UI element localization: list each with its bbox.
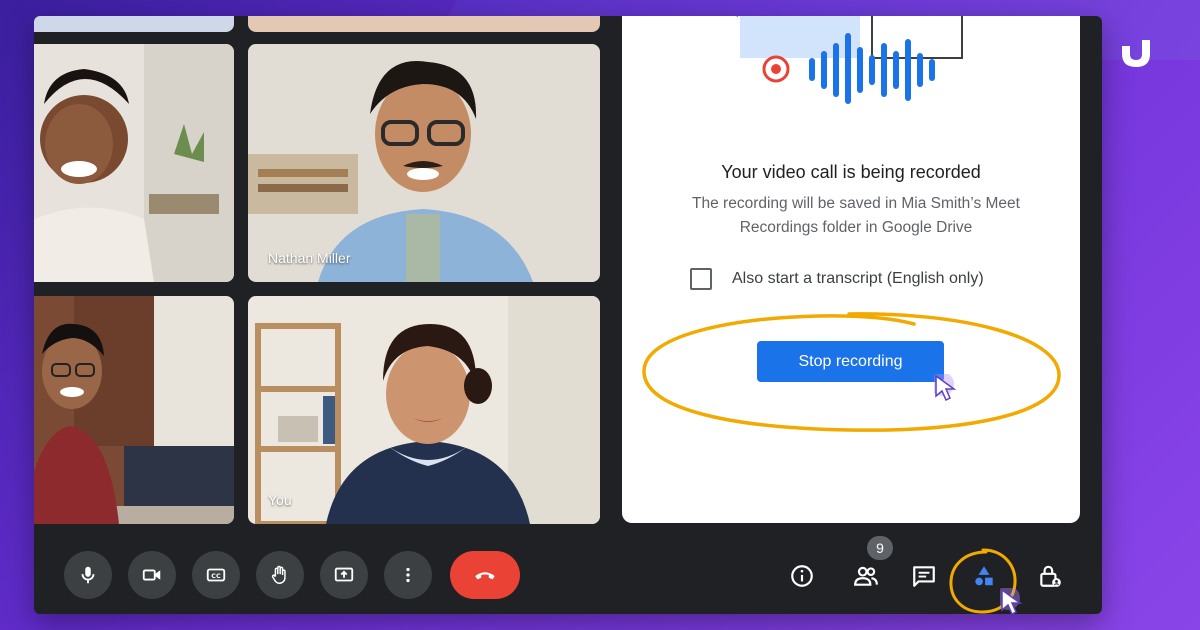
captions-icon: CC [206,568,226,582]
participant-tile-partial [34,16,234,32]
brand-logo-icon [1122,40,1150,67]
recording-description: The recording will be saved in Mia Smith… [692,195,1020,236]
info-icon [791,565,813,587]
transcript-checkbox[interactable] [690,268,712,290]
participant-video [34,44,234,282]
cursor-icon [1000,588,1023,614]
host-controls-button[interactable] [1030,556,1070,596]
participant-video [34,296,234,524]
recording-panel: Your video call is being recorded The re… [622,16,1080,523]
microphone-icon [81,566,95,584]
participant-video [248,44,600,282]
camera-button[interactable] [128,551,176,599]
chat-icon [913,566,935,587]
activities-button[interactable] [964,556,1004,596]
microphone-button[interactable] [64,551,112,599]
cursor-icon [934,374,957,402]
host-controls-icon [1040,565,1061,587]
end-call-button[interactable] [450,551,520,599]
raise-hand-icon [271,565,286,584]
participant-tile: Nathan Miller [248,44,600,282]
participant-name: Nathan Miller [268,250,351,266]
recording-title: Your video call is being recorded [721,162,981,182]
people-button[interactable] [846,556,886,596]
end-call-icon [475,572,495,580]
transcript-option[interactable]: Also start a transcript (English only) [690,268,984,290]
stop-recording-button[interactable]: Stop recording [757,341,944,382]
raise-hand-button[interactable] [256,551,304,599]
meet-window: Nathan Miller You Your video call is bei… [34,16,1102,614]
captions-button[interactable]: CC [192,551,240,599]
meeting-info-button[interactable] [782,556,822,596]
transcript-label: Also start a transcript (English only) [732,270,984,287]
people-icon [854,566,878,586]
svg-text:CC: CC [211,572,221,580]
more-options-button[interactable] [384,551,432,599]
present-screen-icon [334,567,354,582]
participant-tile: You [248,296,600,524]
camera-icon [142,569,161,581]
activities-icon [975,566,993,586]
participant-tile [34,44,234,282]
more-options-icon [406,567,410,583]
chat-button[interactable] [904,556,944,596]
participant-tile [34,296,234,524]
participant-video [248,296,600,524]
recording-illustration [736,16,963,104]
present-screen-button[interactable] [320,551,368,599]
participant-name: You [268,492,292,508]
meeting-toolbar: CC 9 [34,536,1102,614]
participant-tile-partial [248,16,600,32]
